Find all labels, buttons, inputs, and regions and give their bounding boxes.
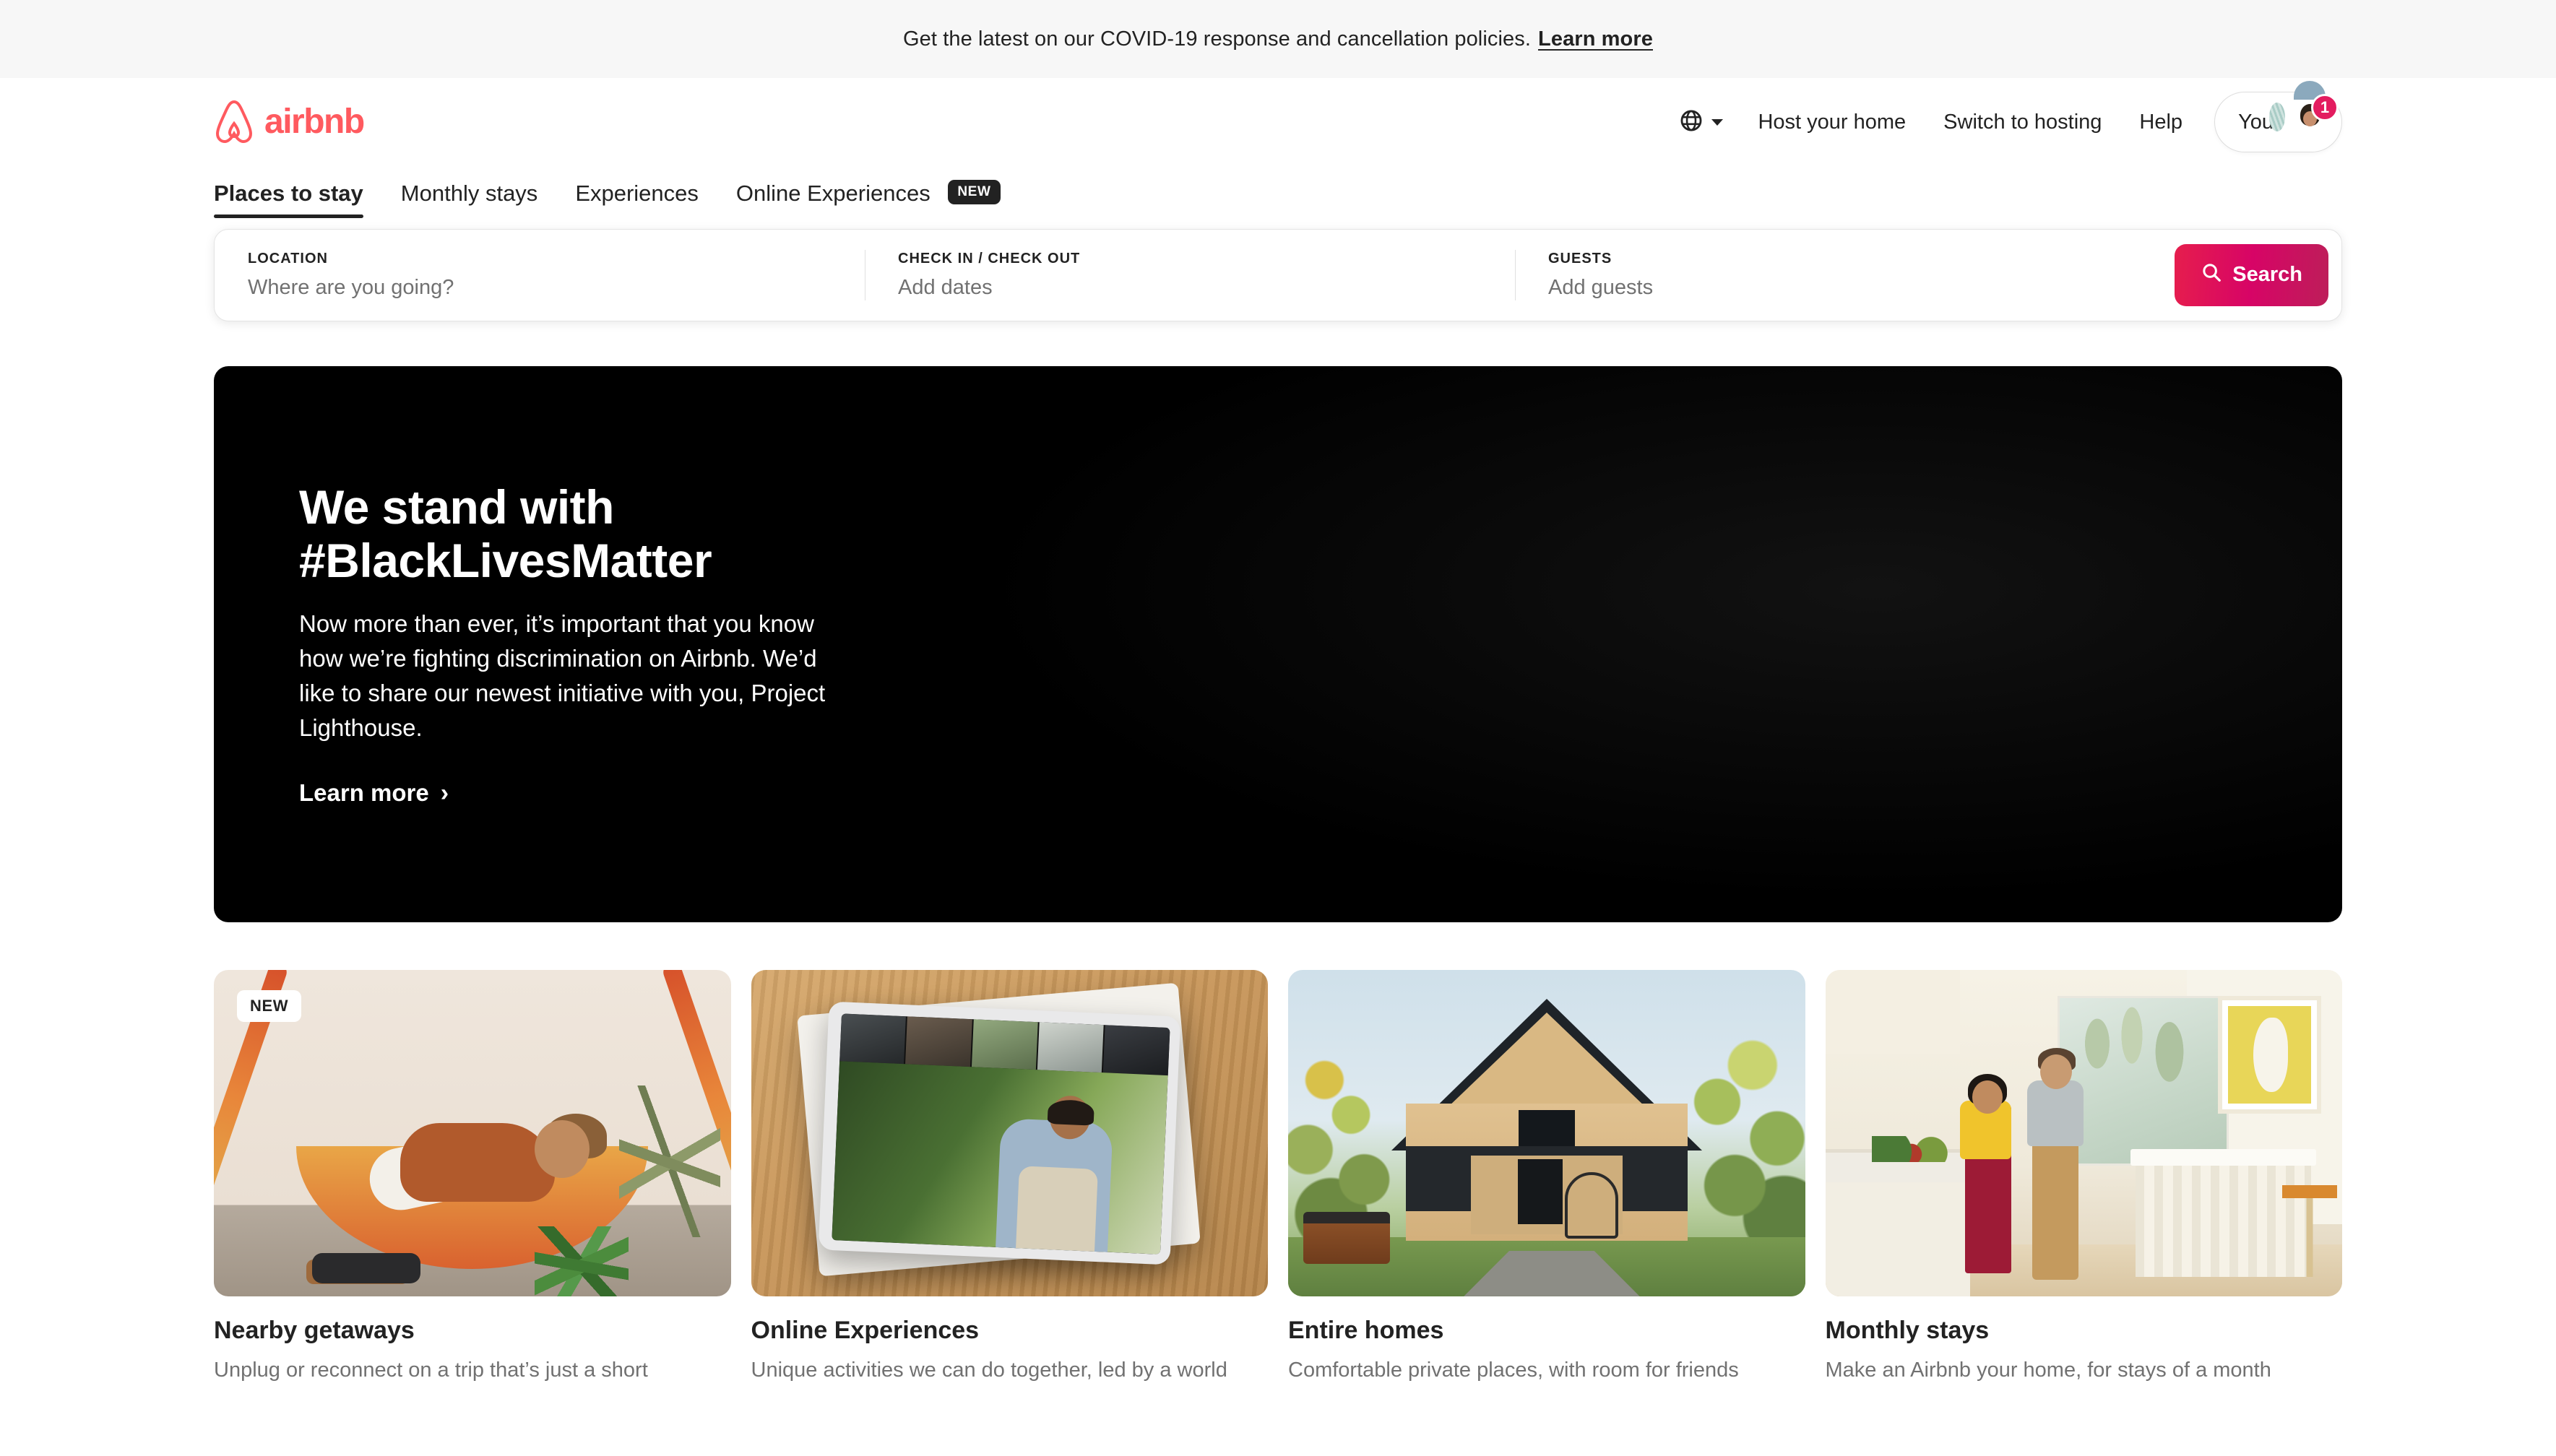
search-dates-label: CHECK IN / CHECK OUT — [898, 250, 1081, 266]
card-title: Online Experiences — [751, 1316, 980, 1344]
tab-places-to-stay[interactable]: Places to stay — [214, 175, 363, 219]
hero-title-line2: #BlackLivesMatter — [299, 534, 712, 588]
language-selector[interactable] — [1663, 97, 1739, 148]
search-guests-label: GUESTS — [1548, 250, 1612, 266]
airbnb-logo-text: airbnb — [264, 103, 365, 141]
tab-places-to-stay-label: Places to stay — [214, 181, 363, 207]
search-dates-field[interactable]: CHECK IN / CHECK OUT Add dates — [865, 230, 1515, 321]
tablet-video-call-photo — [751, 969, 1268, 1296]
tab-monthly-stays[interactable]: Monthly stays — [401, 175, 538, 218]
nav-switch-to-hosting[interactable]: Switch to hosting — [1925, 98, 2120, 147]
card-description: Comfortable private places, with room fo… — [1288, 1358, 1739, 1382]
card-description: Unplug or reconnect on a trip that’s jus… — [214, 1358, 648, 1382]
card-nearby-getaways[interactable]: NEW Nearby getaways Unplug or reconnect … — [214, 969, 731, 1385]
notification-badge: 1 — [2311, 94, 2339, 121]
card-monthly-stays[interactable]: Monthly stays Make an Airbnb your home, … — [1825, 969, 2342, 1385]
covid-banner: Get the latest on our COVID-19 response … — [0, 0, 2556, 78]
globe-icon — [1679, 108, 1704, 136]
tab-new-badge: NEW — [948, 179, 1001, 204]
card-new-badge: NEW — [237, 989, 302, 1022]
tab-monthly-stays-label: Monthly stays — [400, 181, 538, 207]
card-entire-homes[interactable]: Entire homes Comfortable private places,… — [1288, 969, 1805, 1385]
card-image — [751, 969, 1268, 1296]
covid-banner-text: Get the latest on our COVID-19 response … — [903, 27, 1532, 51]
search-location-field[interactable]: LOCATION Where are you going? — [215, 230, 865, 321]
card-image — [1825, 969, 2342, 1296]
nav-host-your-home[interactable]: Host your home — [1739, 98, 1925, 147]
search-guests-field[interactable]: GUESTS Add guests — [1515, 230, 2159, 321]
search-button-label: Search — [2232, 263, 2302, 287]
search-button[interactable]: Search — [2175, 243, 2328, 306]
search-bar: LOCATION Where are you going? CHECK IN /… — [214, 228, 2342, 321]
search-guests-input[interactable]: Add guests — [1548, 276, 2159, 300]
category-card-row: NEW Nearby getaways Unplug or reconnect … — [214, 969, 2342, 1385]
hero-banner: We stand with #BlackLivesMatter Now more… — [214, 365, 2342, 922]
card-title: Entire homes — [1288, 1316, 1444, 1344]
avatar-wrapper: 1 — [2269, 81, 2339, 144]
card-description: Make an Airbnb your home, for stays of a… — [1825, 1358, 2271, 1382]
card-image: NEW — [214, 969, 731, 1296]
site-header: airbnb Host your home Switch to hosting … — [214, 78, 2342, 157]
kitchen-couple-photo — [1825, 969, 2342, 1296]
search-location-label: LOCATION — [248, 250, 328, 266]
tab-online-experiences[interactable]: Online Experiences NEW — [736, 175, 1001, 219]
search-dates-input[interactable]: Add dates — [898, 276, 1515, 300]
account-menu-button[interactable]: You 1 — [2214, 81, 2342, 152]
hero-title: We stand with #BlackLivesMatter — [299, 480, 848, 588]
card-title: Monthly stays — [1825, 1316, 1990, 1344]
tab-experiences-label: Experiences — [575, 181, 699, 207]
chevron-down-icon — [1711, 118, 1724, 126]
card-online-experiences[interactable]: Online Experiences Unique activities we … — [751, 969, 1268, 1385]
search-location-input[interactable]: Where are you going? — [248, 276, 865, 300]
card-image — [1288, 969, 1805, 1296]
account-label: You — [2238, 110, 2274, 134]
hero-body-text: Now more than ever, it’s important that … — [299, 610, 826, 741]
tab-experiences[interactable]: Experiences — [575, 175, 699, 218]
nav-help[interactable]: Help — [2120, 98, 2201, 147]
chevron-right-icon: › — [440, 779, 449, 807]
a-frame-cabin-photo — [1288, 969, 1805, 1296]
card-description: Unique activities we can do together, le… — [751, 1358, 1227, 1382]
covid-banner-learn-more-link[interactable]: Learn more — [1538, 27, 1653, 51]
header-nav: Host your home Switch to hosting Help Yo… — [1663, 81, 2342, 152]
card-title: Nearby getaways — [214, 1316, 415, 1344]
search-tabs: Places to stay Monthly stays Experiences… — [214, 175, 2342, 219]
airbnb-logo[interactable]: airbnb — [214, 100, 365, 144]
hero-learn-more-link[interactable]: Learn more › — [299, 779, 449, 807]
hero-title-line1: We stand with — [299, 480, 614, 534]
airbnb-belo-icon — [214, 100, 254, 144]
hero-content: We stand with #BlackLivesMatter Now more… — [299, 366, 848, 922]
tab-online-experiences-label: Online Experiences — [735, 181, 931, 206]
search-icon — [2201, 261, 2222, 289]
hero-learn-more-label: Learn more — [299, 779, 429, 807]
